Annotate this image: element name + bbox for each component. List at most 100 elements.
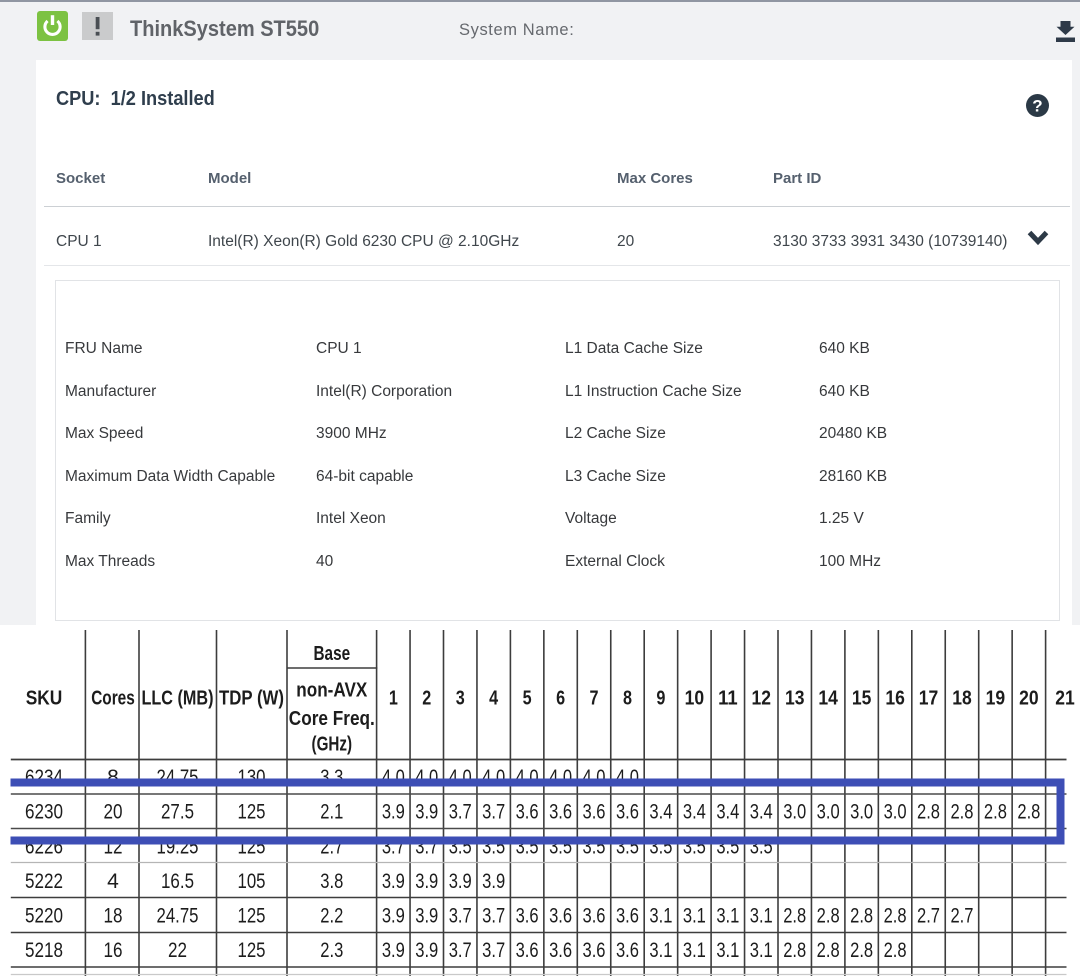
svg-text:3.6: 3.6 — [549, 939, 572, 962]
svg-text:125: 125 — [238, 801, 266, 824]
svg-text:3: 3 — [456, 688, 465, 710]
svg-text:3.4: 3.4 — [750, 801, 773, 824]
svg-text:22: 22 — [168, 939, 187, 962]
svg-text:3.1: 3.1 — [716, 905, 739, 928]
svg-text:1: 1 — [389, 688, 398, 710]
svg-text:5222: 5222 — [25, 870, 63, 893]
svg-text:2.7: 2.7 — [917, 905, 940, 928]
svg-text:125: 125 — [238, 905, 266, 928]
svg-text:2.8: 2.8 — [884, 939, 907, 962]
svg-text:16.5: 16.5 — [161, 870, 194, 893]
svg-text:2.8: 2.8 — [850, 905, 873, 928]
svg-text:6: 6 — [556, 688, 565, 710]
svg-text:2.8: 2.8 — [783, 939, 806, 962]
svg-text:18: 18 — [104, 905, 123, 928]
svg-text:4: 4 — [107, 870, 119, 893]
svg-text:4: 4 — [489, 688, 499, 710]
svg-text:3.9: 3.9 — [415, 939, 438, 962]
svg-text:2.8: 2.8 — [817, 939, 840, 962]
svg-text:18: 18 — [952, 688, 972, 710]
svg-text:?: ? — [1032, 96, 1042, 115]
svg-text:3.6: 3.6 — [516, 939, 539, 962]
svg-text:3.9: 3.9 — [382, 801, 405, 824]
svg-text:3.9: 3.9 — [482, 870, 505, 893]
svg-text:3.9: 3.9 — [382, 905, 405, 928]
svg-text:11: 11 — [718, 688, 738, 710]
svg-text:2.8: 2.8 — [917, 801, 940, 824]
svg-text:3.0: 3.0 — [817, 801, 840, 824]
svg-text:2.8: 2.8 — [950, 801, 973, 824]
svg-text:8: 8 — [623, 688, 632, 710]
svg-text:2.8: 2.8 — [884, 905, 907, 928]
svg-text:3.7: 3.7 — [449, 905, 472, 928]
svg-text:3.6: 3.6 — [616, 801, 639, 824]
svg-text:3.9: 3.9 — [382, 939, 405, 962]
svg-text:17: 17 — [919, 688, 939, 710]
svg-text:3.6: 3.6 — [583, 905, 606, 928]
svg-text:3.8: 3.8 — [320, 870, 343, 893]
svg-text:3.6: 3.6 — [516, 905, 539, 928]
svg-text:12: 12 — [752, 688, 772, 710]
svg-text:3.9: 3.9 — [415, 870, 438, 893]
svg-text:2.2: 2.2 — [320, 905, 343, 928]
svg-text:3.4: 3.4 — [649, 801, 672, 824]
svg-text:3.9: 3.9 — [449, 870, 472, 893]
svg-text:TDP (W): TDP (W) — [219, 688, 284, 710]
svg-text:13: 13 — [785, 688, 805, 710]
svg-text:2.7: 2.7 — [950, 905, 973, 928]
svg-text:6230: 6230 — [25, 801, 63, 824]
svg-text:Core Freq.: Core Freq. — [289, 708, 375, 730]
svg-text:105: 105 — [238, 870, 266, 893]
svg-text:2.8: 2.8 — [984, 801, 1007, 824]
svg-text:3.1: 3.1 — [750, 939, 773, 962]
svg-text:27.5: 27.5 — [161, 801, 194, 824]
svg-text:3.7: 3.7 — [482, 801, 505, 824]
svg-text:5218: 5218 — [25, 939, 63, 962]
svg-text:3.7: 3.7 — [482, 905, 505, 928]
svg-text:3.6: 3.6 — [616, 939, 639, 962]
svg-text:16: 16 — [104, 939, 123, 962]
svg-text:2.8: 2.8 — [783, 905, 806, 928]
svg-text:2.8: 2.8 — [817, 905, 840, 928]
svg-text:20: 20 — [104, 801, 123, 824]
svg-text:125: 125 — [238, 939, 266, 962]
svg-text:Base: Base — [314, 643, 351, 665]
svg-text:2.8: 2.8 — [850, 939, 873, 962]
svg-text:3.1: 3.1 — [649, 939, 672, 962]
svg-text:16: 16 — [885, 688, 905, 710]
svg-text:(GHz): (GHz) — [312, 734, 353, 756]
svg-text:3.9: 3.9 — [382, 870, 405, 893]
svg-text:Cores: Cores — [91, 688, 135, 710]
svg-text:5220: 5220 — [25, 905, 63, 928]
svg-text:SKU: SKU — [26, 688, 63, 710]
svg-text:3.0: 3.0 — [783, 801, 806, 824]
svg-text:21: 21 — [1055, 688, 1075, 710]
svg-text:3.9: 3.9 — [415, 905, 438, 928]
svg-text:3.7: 3.7 — [449, 939, 472, 962]
svg-text:19: 19 — [986, 688, 1006, 710]
svg-text:2.3: 2.3 — [320, 939, 343, 962]
svg-text:10: 10 — [685, 688, 705, 710]
svg-text:3.7: 3.7 — [482, 939, 505, 962]
svg-text:3.1: 3.1 — [683, 939, 706, 962]
svg-text:20: 20 — [1019, 688, 1039, 710]
svg-text:3.1: 3.1 — [649, 905, 672, 928]
svg-text:3.6: 3.6 — [583, 939, 606, 962]
svg-text:2.1: 2.1 — [320, 801, 343, 824]
svg-text:3.0: 3.0 — [884, 801, 907, 824]
svg-text:15: 15 — [852, 688, 872, 710]
svg-text:7: 7 — [590, 688, 599, 710]
svg-text:14: 14 — [818, 688, 838, 710]
svg-text:3.6: 3.6 — [549, 801, 572, 824]
svg-text:non-AVX: non-AVX — [296, 680, 368, 702]
svg-text:3.4: 3.4 — [716, 801, 739, 824]
svg-text:3.6: 3.6 — [549, 905, 572, 928]
svg-text:3.7: 3.7 — [449, 801, 472, 824]
svg-text:24.75: 24.75 — [157, 905, 199, 928]
svg-text:9: 9 — [656, 688, 665, 710]
svg-text:5: 5 — [523, 688, 532, 710]
svg-text:3.1: 3.1 — [683, 905, 706, 928]
svg-text:3.6: 3.6 — [583, 801, 606, 824]
svg-text:2.8: 2.8 — [1017, 801, 1040, 824]
svg-text:3.6: 3.6 — [516, 801, 539, 824]
